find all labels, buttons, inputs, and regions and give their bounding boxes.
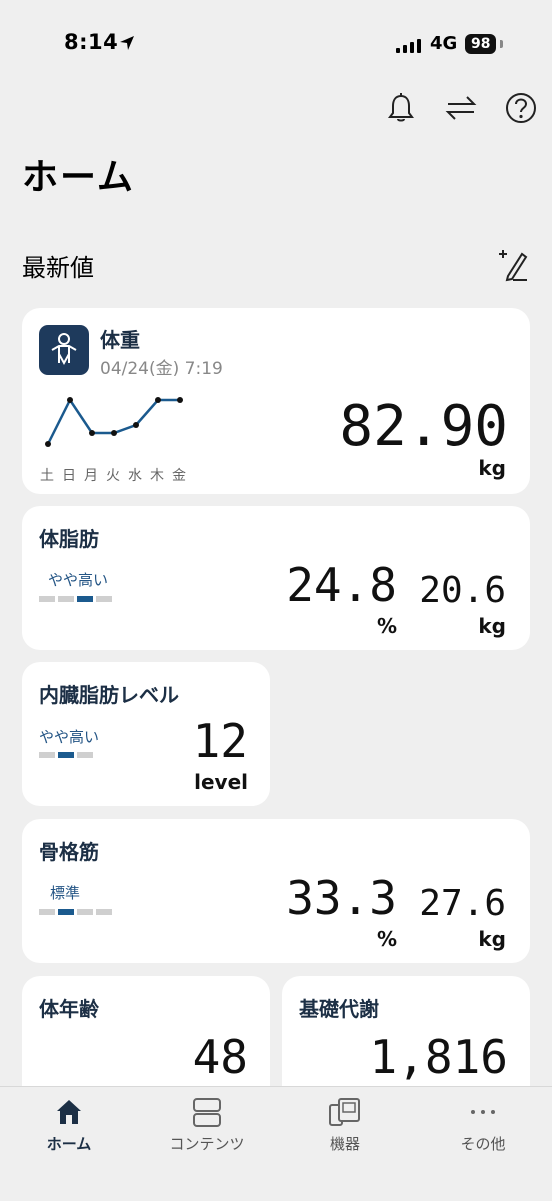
body-age-title: 体年齢 [39, 997, 99, 1021]
level-segment [77, 752, 93, 758]
level-segment [96, 909, 112, 915]
contents-icon [193, 1098, 221, 1127]
level-segment-active [77, 596, 93, 602]
body-fat-mass: 20.6 [419, 570, 506, 611]
sync-arrows-icon[interactable] [443, 90, 479, 126]
tab-devices[interactable]: 機器 [276, 1087, 414, 1177]
status-time: 8:14 [64, 30, 119, 54]
level-segment-active [58, 909, 74, 915]
visceral-fat-title: 内臓脂肪レベル [39, 683, 179, 707]
skeletal-muscle-level-bar [39, 909, 112, 915]
tab-contents[interactable]: コンテンツ [138, 1087, 276, 1177]
skeletal-muscle-status: 標準 [50, 884, 81, 902]
skeletal-muscle-title: 骨格筋 [39, 840, 99, 864]
body-fat-percent: 24.8 [286, 558, 397, 612]
battery-level: 98 [465, 34, 497, 54]
weight-title: 体重 [100, 328, 140, 352]
network-type: 4G [430, 33, 458, 54]
body-icon-tile [39, 325, 89, 375]
section-title: 最新値 [22, 254, 94, 282]
day-label: 日 [62, 468, 76, 484]
battery-tip [500, 40, 503, 48]
bottom-tab-bar: ホーム コンテンツ 機器 その他 [0, 1086, 552, 1201]
tab-label: 機器 [329, 1135, 360, 1153]
skeletal-muscle-card[interactable]: 骨格筋 標準 33.3 % 27.6 kg [22, 819, 530, 963]
tab-more[interactable]: その他 [414, 1087, 552, 1177]
body-fat-title: 体脂肪 [39, 527, 99, 551]
day-label: 月 [84, 468, 98, 484]
body-fat-level-bar [39, 596, 112, 602]
visceral-fat-value: 12 [192, 714, 248, 768]
weight-unit: kg [478, 456, 506, 480]
skeletal-muscle-mass-unit: kg [478, 927, 506, 951]
skeletal-muscle-percent: 33.3 [286, 871, 397, 925]
body-fat-card[interactable]: 体脂肪 やや高い 24.8 % 20.6 kg [22, 506, 530, 650]
signal-icon [396, 39, 421, 53]
day-label: 火 [106, 468, 120, 484]
weight-day-labels: 土 日 月 火 水 木 金 [40, 465, 200, 485]
day-label: 木 [150, 468, 164, 484]
weight-value: 82.90 [339, 394, 508, 459]
level-segment [39, 752, 55, 758]
skeletal-muscle-percent-unit: % [376, 927, 397, 951]
home-icon [57, 1100, 81, 1124]
add-edit-icon[interactable] [496, 246, 530, 282]
tab-label: ホーム [46, 1135, 92, 1153]
person-icon [51, 333, 77, 366]
body-fat-percent-unit: % [376, 614, 397, 638]
bmr-title: 基礎代謝 [299, 997, 379, 1021]
day-label: 水 [128, 468, 142, 484]
weight-sparkline [45, 397, 183, 447]
tab-label: その他 [460, 1135, 506, 1153]
body-fat-status: やや高い [48, 571, 109, 589]
more-icon [471, 1110, 495, 1114]
level-segment [39, 909, 55, 915]
body-age-value: 48 [192, 1030, 248, 1084]
location-arrow-icon [120, 36, 134, 50]
visceral-fat-card[interactable]: 内臓脂肪レベル やや高い 12 level [22, 662, 270, 806]
weight-timestamp: 04/24(金) 7:19 [100, 359, 223, 379]
level-segment [77, 909, 93, 915]
bmr-value: 1,816 [369, 1030, 508, 1084]
level-segment-active [58, 752, 74, 758]
visceral-fat-unit: level [194, 770, 248, 794]
level-segment [58, 596, 74, 602]
level-segment [39, 596, 55, 602]
tab-home[interactable]: ホーム [0, 1087, 138, 1177]
help-icon[interactable] [503, 90, 539, 126]
devices-icon [329, 1098, 360, 1126]
visceral-fat-level-bar [39, 752, 93, 758]
weight-card[interactable]: 体重 04/24(金) 7:19 土 日 月 火 水 木 金 82.90 kg [22, 308, 530, 494]
page-title: ホーム [22, 157, 135, 198]
day-label: 金 [172, 468, 186, 484]
tab-label: コンテンツ [169, 1135, 245, 1153]
bell-icon[interactable] [383, 90, 419, 126]
body-fat-mass-unit: kg [478, 614, 506, 638]
skeletal-muscle-mass: 27.6 [419, 883, 506, 924]
day-label: 土 [40, 468, 54, 484]
level-segment [96, 596, 112, 602]
visceral-fat-status: やや高い [39, 728, 100, 746]
